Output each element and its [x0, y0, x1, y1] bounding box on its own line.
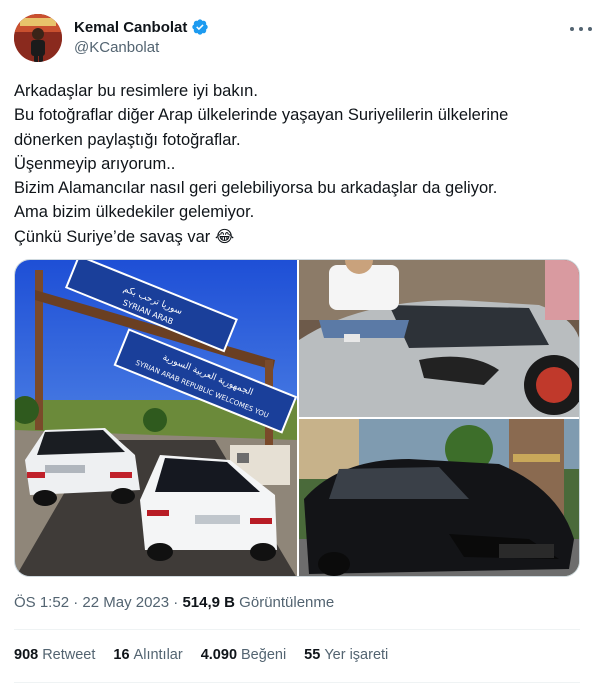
tweet-line: Üşenmeyip arıyorum.. — [14, 154, 176, 173]
verified-badge-icon — [192, 19, 209, 35]
author-name[interactable]: Kemal Canbolat — [74, 19, 187, 36]
tweet-line: Ama bizim ülkedekiler gelemiyor. — [14, 203, 255, 222]
tweet-date[interactable]: 22 May 2023 — [82, 594, 169, 611]
tweet-line: Çünkü Suriye’de savaş var 😂 — [14, 227, 235, 246]
bookmark-count[interactable]: 55 Yer işareti — [304, 647, 388, 663]
media-grid: سوريا ترحب بكم SYRIAN ARAB الجمهورية الع… — [14, 259, 580, 577]
more-options-icon[interactable] — [570, 22, 592, 36]
author-handle[interactable]: @KCanbolat — [74, 39, 159, 56]
engagement-stats: 908 Retweet 16 Alıntılar 4.090 Beğeni 55 Yer… — [14, 647, 388, 663]
tweet-time[interactable]: ÖS 1:52 — [14, 594, 69, 611]
views-label: Görüntülenme — [235, 594, 335, 611]
divider — [14, 682, 580, 683]
tweet-line: Bizim Alamancılar nasıl geri gelebiliyor… — [14, 179, 498, 198]
divider — [14, 629, 580, 630]
photo-border-sign[interactable]: سوريا ترحب بكم SYRIAN ARAB الجمهورية الع… — [15, 260, 297, 576]
tweet-text: Arkadaşlar bu resimlere iyi bakın. Bu fo… — [14, 79, 584, 249]
tweet-line: Arkadaşlar bu resimlere iyi bakın. — [14, 82, 258, 100]
tweet-line: Bu fotoğraflar diğer Arap ülkelerinde ya… — [14, 106, 509, 125]
quote-count[interactable]: 16 Alıntılar — [113, 647, 182, 663]
photo-black-bmw[interactable] — [299, 419, 579, 576]
like-count[interactable]: 4.090 Beğeni — [201, 647, 286, 663]
tweet-meta: ÖS 1:52 · 22 May 2023 · 514,9 B Görüntül… — [14, 594, 335, 611]
avatar[interactable] — [14, 14, 62, 62]
photo-porsche-man[interactable] — [299, 260, 579, 417]
retweet-count[interactable]: 908 Retweet — [14, 647, 95, 663]
views-count: 514,9 B — [182, 594, 236, 611]
tweet-header: Kemal Canbolat @KCanbolat — [14, 12, 594, 64]
tweet-line: dönerken paylaştığı fotoğraflar. — [14, 130, 241, 149]
